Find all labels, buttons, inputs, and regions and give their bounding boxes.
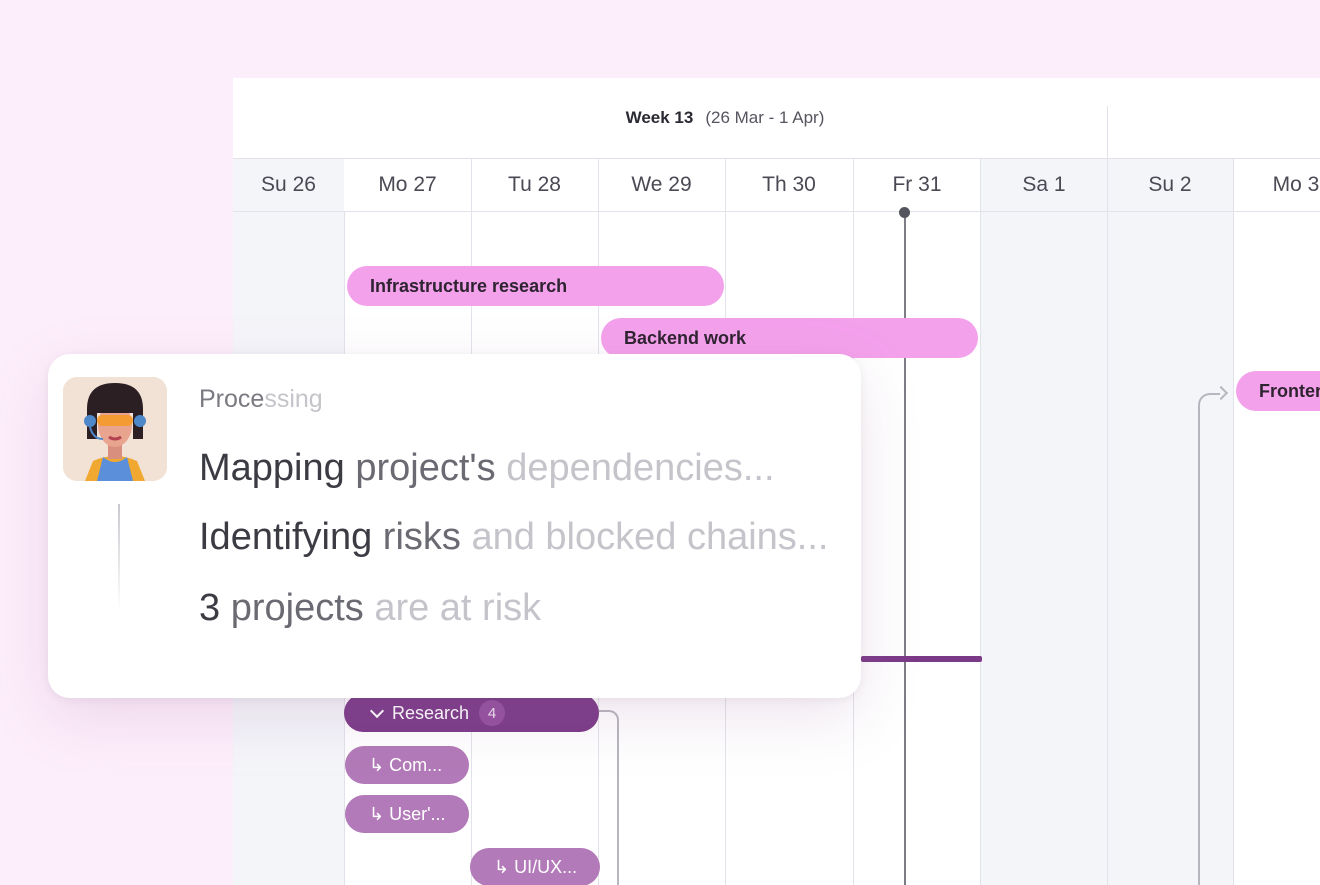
grid-line [980, 158, 981, 885]
day-header-fr31: Fr 31 [892, 173, 942, 196]
status-faded: ssing [264, 385, 323, 413]
weekend-shade-sa1 [981, 212, 1107, 885]
step-text-strong: Identifying [199, 516, 373, 558]
step-text-mid: risks [372, 516, 461, 558]
assistant-processing-card: Processing Mapping project's dependencie… [48, 354, 861, 698]
step-identifying-risks: Identifying risks and blocked chains... [199, 516, 828, 559]
task-bar-backend-work[interactable]: Backend work [601, 318, 978, 358]
grid-line [1233, 158, 1234, 885]
day-header-we29: We 29 [631, 173, 692, 196]
group-bar-research[interactable]: Research 4 [344, 694, 599, 732]
week-divider [1107, 106, 1108, 158]
step-mapping-dependencies: Mapping project's dependencies... [199, 447, 775, 490]
step-text-strong: 3 [199, 587, 221, 629]
group-progress-line [861, 656, 982, 662]
assistant-avatar-icon [63, 377, 167, 481]
day-header-sa1: Sa 1 [981, 159, 1107, 211]
day-header-su26: Su 26 [233, 159, 344, 211]
day-header-th30: Th 30 [762, 173, 816, 196]
processing-status: Processing [199, 385, 323, 414]
subtask-bar-uiux[interactable]: ↳ UI/UX... [470, 848, 600, 885]
week-title: Week 13 [625, 108, 694, 127]
group-label: Research [392, 702, 470, 723]
avatar-illustration [63, 377, 167, 481]
step-text-faded: and blocked chains... [460, 516, 829, 558]
task-bar-infrastructure-research[interactable]: Infrastructure research [347, 266, 724, 306]
grid-line [1107, 158, 1108, 885]
subtask-bar-com[interactable]: ↳ Com... [345, 746, 469, 784]
dependency-connector [1198, 393, 1220, 885]
today-marker-dot [899, 207, 910, 218]
step-text-mid: projects [220, 587, 364, 629]
week-header: Week 13 (26 Mar - 1 Apr) [233, 78, 1107, 158]
chevron-down-icon[interactable] [369, 703, 385, 718]
step-text-faded: are at risk [363, 587, 542, 629]
step-projects-at-risk: 3 projects are at risk [199, 587, 541, 630]
day-header-row: Su 26 Mo 27 Tu 28 We 29 Th 30 Fr 31 Sa 1… [233, 158, 1320, 212]
step-text-mid: project's [344, 447, 496, 489]
day-header-tu28: Tu 28 [508, 173, 561, 196]
step-text-strong: Mapping [199, 447, 345, 489]
status-strong: Proce [199, 385, 265, 413]
today-marker-line [904, 212, 906, 885]
week-range: (26 Mar - 1 Apr) [705, 108, 825, 127]
day-header-mo27: Mo 27 [378, 173, 437, 196]
day-header-su2: Su 2 [1107, 159, 1233, 211]
task-bar-frontend[interactable]: Frontend [1236, 371, 1320, 411]
dependency-connector [599, 710, 619, 885]
day-header-mo3: Mo 3 [1272, 173, 1320, 196]
group-count-badge: 4 [479, 700, 506, 726]
progress-timeline-line [118, 504, 120, 612]
step-text-faded: dependencies... [495, 447, 775, 489]
subtask-bar-user[interactable]: ↳ User'... [345, 795, 469, 833]
